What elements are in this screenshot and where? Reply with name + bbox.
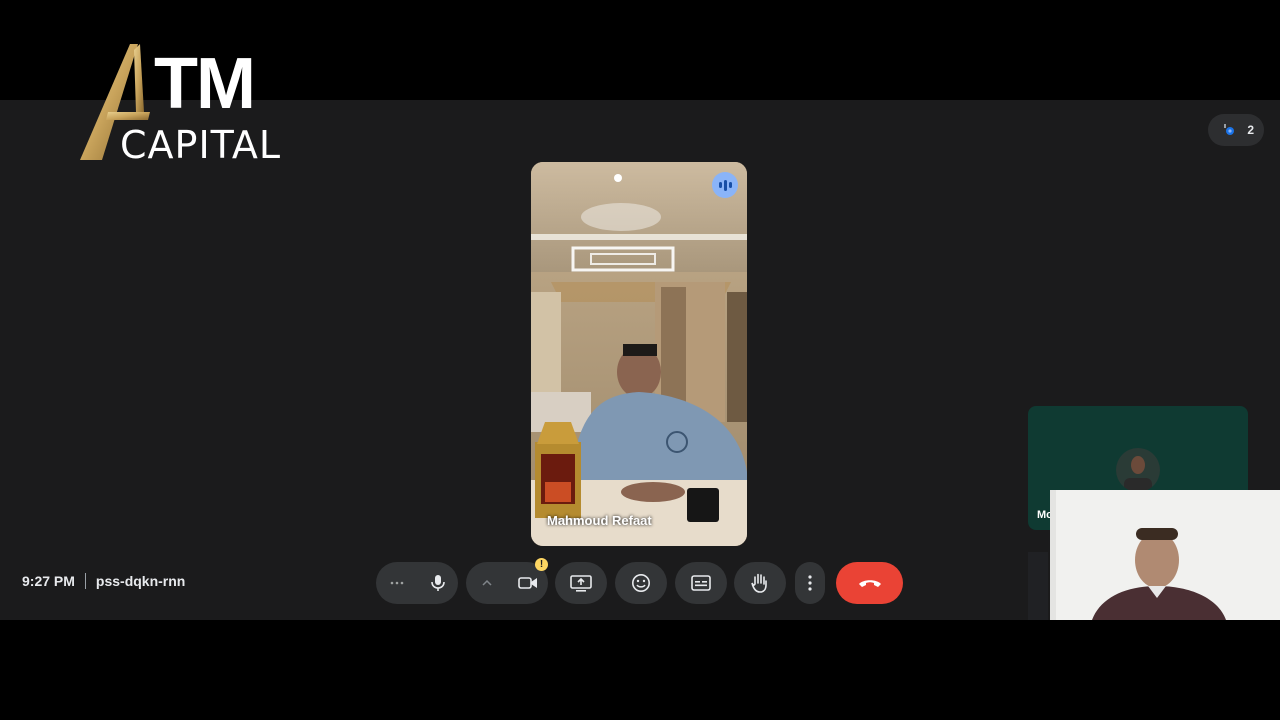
meeting-details: 9:27 PM pss-dqkn-rnn [22, 573, 185, 589]
present-screen-button[interactable] [555, 562, 607, 604]
captions-button[interactable] [675, 562, 727, 604]
more-options-button[interactable] [795, 562, 825, 604]
presenter-overlay-video [1050, 490, 1280, 620]
participant-count: 2 [1247, 123, 1254, 137]
closed-captions-icon [691, 575, 711, 591]
bottom-letterbox [0, 620, 1280, 720]
microphone-button[interactable] [417, 562, 458, 604]
present-screen-icon [570, 575, 592, 592]
atm-capital-logo: TM CAPITAL [78, 40, 328, 170]
avatar [1116, 448, 1160, 492]
chevron-up-icon [481, 579, 492, 586]
microphone-control-group [376, 562, 458, 604]
more-vertical-icon [808, 575, 812, 591]
current-time: 9:27 PM [22, 573, 75, 589]
hang-up-icon [858, 580, 881, 587]
camera-warning-badge: ! [535, 558, 548, 571]
video-options-button[interactable] [466, 562, 507, 604]
meeting-code[interactable]: pss-dqkn-rnn [96, 573, 185, 589]
camera-icon [517, 577, 537, 589]
audio-options-button[interactable] [376, 562, 417, 604]
audio-level-icon [712, 172, 738, 198]
main-video-tile[interactable] [531, 162, 747, 546]
logo-capital-text: CAPITAL [120, 123, 282, 167]
microphone-icon [430, 575, 445, 591]
people-icon [1224, 124, 1234, 135]
logo-tm-text: TM [154, 44, 256, 124]
raise-hand-icon [751, 573, 767, 593]
main-participant-name: Mahmoud Refaat [547, 513, 652, 528]
divider [84, 573, 86, 589]
participants-button[interactable]: 2 [1208, 114, 1264, 146]
emoji-icon [632, 574, 650, 592]
leave-call-button[interactable] [836, 562, 903, 604]
video-feed [531, 162, 747, 546]
raise-hand-button[interactable] [734, 562, 786, 604]
more-horizontal-icon [390, 581, 403, 585]
emoji-reactions-button[interactable] [615, 562, 667, 604]
participant-tile-edge [1028, 552, 1048, 620]
